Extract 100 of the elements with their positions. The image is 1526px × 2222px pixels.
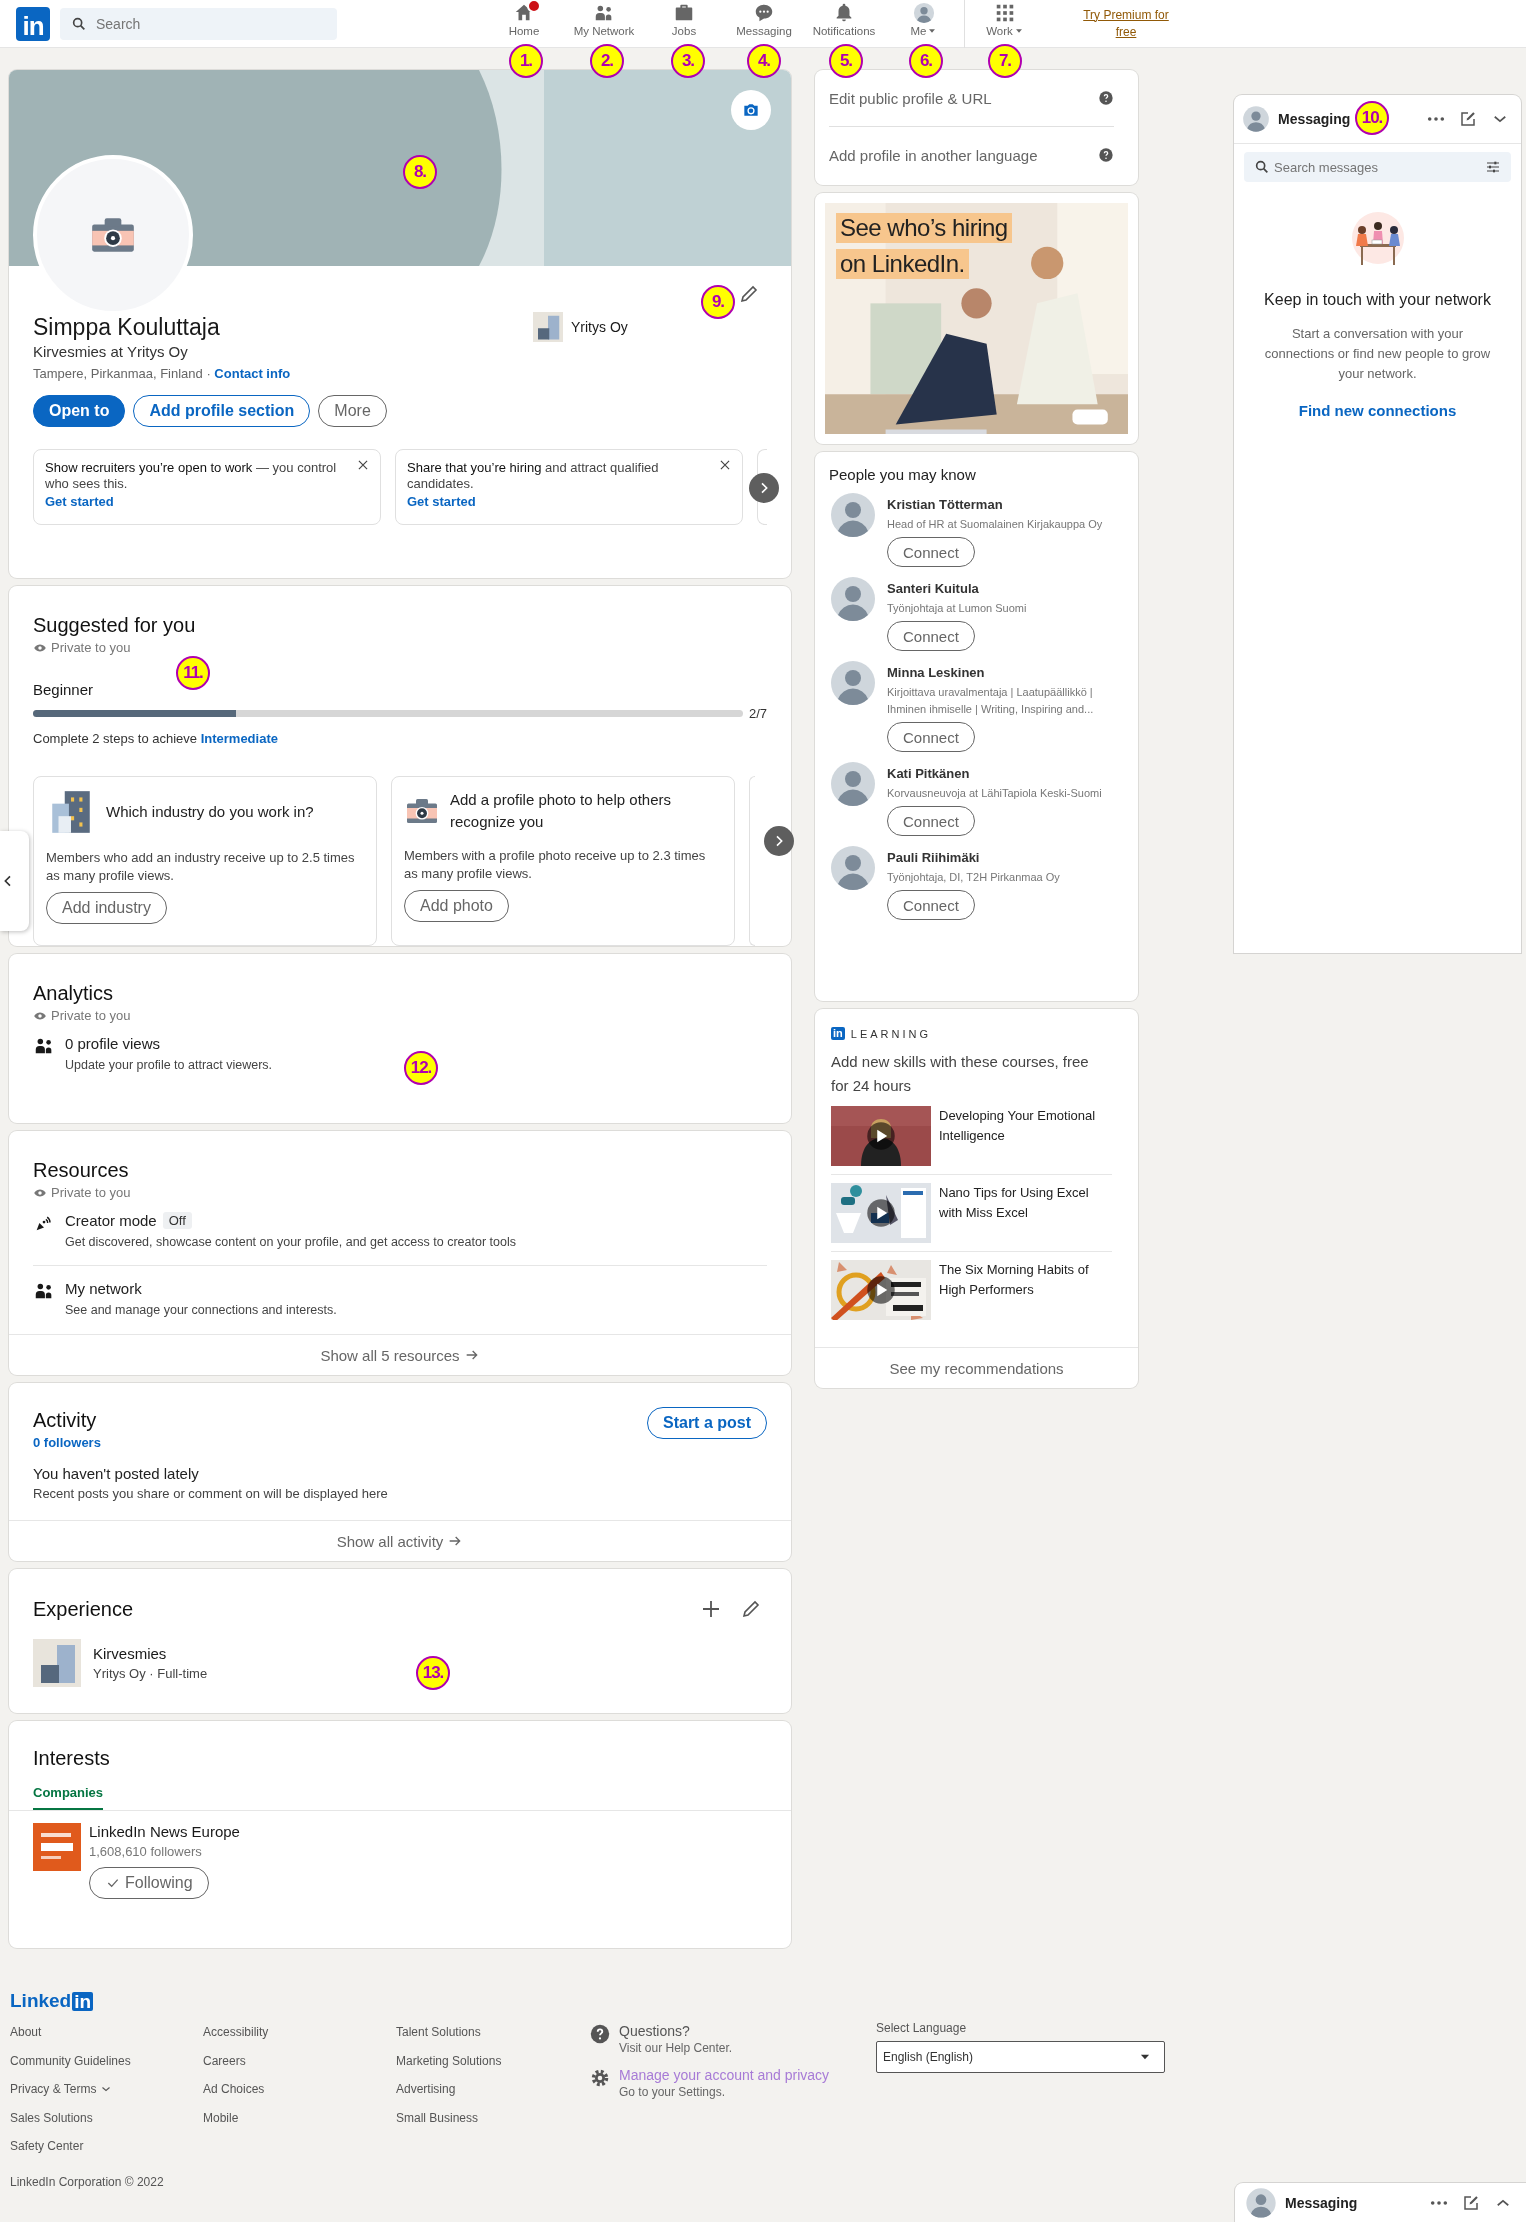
company-name[interactable]: LinkedIn News Europe <box>89 1823 240 1840</box>
avatar <box>829 575 877 623</box>
nav-item[interactable]: Notifications <box>804 0 884 44</box>
footer-logo: Linked <box>10 1990 72 2012</box>
nav-item[interactable]: My Network <box>564 0 644 44</box>
following-button[interactable]: Following <box>89 1867 209 1899</box>
suggestion-text: Members who add an industry receive up to 2.5 times as many profile views. <box>46 849 356 885</box>
person-name[interactable]: Kristian Tötterman <box>887 497 1124 512</box>
help-icon <box>1098 147 1114 163</box>
add-button[interactable]: Add industry <box>46 892 167 924</box>
logo: in <box>831 1027 845 1040</box>
connect-button[interactable]: Connect <box>887 890 975 920</box>
person-name[interactable]: Kati Pitkänen <box>887 766 1124 781</box>
footer-link[interactable]: Safety Center <box>10 2132 203 2161</box>
level-label: Beginner <box>33 681 95 698</box>
followers-link[interactable]: 0 followers <box>33 1435 101 1450</box>
resource-title[interactable]: Creator mode <box>65 1212 157 1229</box>
resource-title[interactable]: My network <box>65 1280 142 1297</box>
find-connections-link[interactable]: Find new connections <box>1298 402 1457 419</box>
next-button[interactable] <box>764 826 794 856</box>
nav-item[interactable]: Messaging <box>724 0 804 44</box>
footer-link[interactable]: Community Guidelines <box>10 2046 203 2075</box>
course-title[interactable]: Nano Tips for Using Excel with Miss Excel <box>939 1183 1112 1243</box>
language-select[interactable]: English (English) <box>876 2041 1165 2073</box>
course-title[interactable]: Developing Your Emotional Intelligence <box>939 1106 1112 1166</box>
nav-item[interactable]: Home <box>484 0 564 44</box>
logo[interactable]: in <box>16 6 50 41</box>
footer-link[interactable]: Privacy & Terms <box>10 2075 203 2104</box>
add-button[interactable]: Add photo <box>404 890 509 922</box>
contact-info-link[interactable]: Contact info <box>214 366 291 381</box>
footer-link[interactable]: Ad Choices <box>203 2075 396 2104</box>
start-post-button[interactable]: Start a post <box>647 1407 767 1439</box>
learning-label: LEARNING <box>850 1027 932 1040</box>
ad-headline: See who’s hiring <box>836 213 1012 243</box>
footer-logo-mark: in <box>72 1991 94 2011</box>
help-icon <box>589 2023 611 2045</box>
get-started-link[interactable]: Get started <box>407 494 476 510</box>
next-button[interactable] <box>749 473 779 503</box>
stat-text: Update your profile to attract viewers. <box>65 1057 274 1074</box>
profile-button[interactable]: More <box>318 395 387 427</box>
show-all-link[interactable]: Show all 5 resources <box>9 1334 791 1375</box>
show-all-link[interactable]: Show all activity <box>9 1520 791 1561</box>
help-link[interactable]: Questions? <box>619 2023 733 2039</box>
connect-button[interactable]: Connect <box>887 621 975 651</box>
ad-headline: on LinkedIn. <box>836 249 969 279</box>
connect-button[interactable]: Connect <box>887 806 975 836</box>
avatar <box>829 659 877 707</box>
footer-link[interactable]: About <box>10 2018 203 2047</box>
nav-item[interactable]: Me <box>884 0 964 44</box>
section-title: Resources <box>33 1158 130 1183</box>
recommendations-link[interactable]: See my recommendations <box>815 1347 1138 1388</box>
footer-link[interactable]: Sales Solutions <box>10 2103 203 2132</box>
person-headline: Kirjoittava uravalmentaja | Laatupäällikkö | Ihminen ihmiselle | Writing, Inspiring and... <box>887 685 1095 717</box>
footer-link[interactable]: Advertising <box>396 2075 589 2104</box>
job-company: Yritys Oy · Full-time <box>93 1666 208 1681</box>
avatar <box>829 491 877 539</box>
resource-text: See and manage your connections and interests. <box>65 1302 337 1319</box>
learning-title: Add new skills with these courses, free for 24 hours <box>831 1052 1090 1096</box>
follower-count: 1,608,610 followers <box>89 1844 203 1859</box>
footer-link[interactable]: Small Business <box>396 2103 589 2132</box>
prompt-text: Show recruiters you’re open to work — you control who sees this. <box>45 460 338 492</box>
suggestion-title: Add a profile photo to help others recognize you <box>450 790 672 832</box>
section-title: Experience <box>33 1597 135 1622</box>
company-name[interactable]: Yritys Oy <box>571 319 628 335</box>
profile-button[interactable]: Add profile section <box>133 395 311 427</box>
nav-item[interactable]: Jobs <box>644 0 724 44</box>
privacy-label: Private to you <box>51 1185 131 1200</box>
profile-button[interactable]: Open to <box>33 395 126 427</box>
profile-headline: Kirvesmies at Yritys Oy <box>33 342 189 362</box>
close-button[interactable] <box>718 458 732 472</box>
person-name[interactable]: Pauli Riihimäki <box>887 850 1124 865</box>
nav-item[interactable]: Work <box>965 0 1045 44</box>
stat-title[interactable]: 0 profile views <box>65 1035 285 1052</box>
intermediate-link[interactable]: Intermediate <box>200 731 278 746</box>
connect-button[interactable]: Connect <box>887 537 975 567</box>
person-name[interactable]: Santeri Kuitula <box>887 581 1124 596</box>
person-name[interactable]: Minna Leskinen <box>887 665 1124 680</box>
course-title[interactable]: The Six Morning Habits of High Performers <box>939 1260 1112 1320</box>
footer-link[interactable]: Accessibility <box>203 2018 396 2047</box>
play-icon <box>866 1275 896 1305</box>
footer-link[interactable]: Marketing Solutions <box>396 2046 589 2075</box>
suggestion-text: Members with a profile photo receive up to 2.3 times as many profile views. <box>404 847 707 883</box>
search-field[interactable]: Search messages <box>1244 152 1511 182</box>
empty-title: You haven't posted lately <box>33 1465 200 1482</box>
tab[interactable]: Companies <box>33 1775 104 1810</box>
messaging-bar[interactable]: Messaging <box>1235 2183 1526 2222</box>
language-label: Select Language <box>876 2021 968 2035</box>
premium-link[interactable]: Try Premium for free <box>1081 6 1171 41</box>
footer-link[interactable]: Careers <box>203 2046 396 2075</box>
close-button[interactable] <box>356 458 370 472</box>
profile-link[interactable]: Edit public profile & URL <box>829 89 992 107</box>
profile-link[interactable]: Add profile in another language <box>829 146 1038 164</box>
get-started-link[interactable]: Get started <box>45 494 114 510</box>
prompt-text: Share that you’re hiring and attract qualified candidates. <box>407 460 660 492</box>
search-field[interactable]: Search <box>60 7 337 40</box>
empty-text: Start a conversation with your connections or find new people to grow your network. <box>1264 325 1491 383</box>
connect-button[interactable]: Connect <box>887 722 975 752</box>
footer-link[interactable]: Mobile <box>203 2103 396 2132</box>
person-headline: Työnjohtaja, DI, T2H Pirkanmaa Oy <box>887 870 1061 885</box>
footer-link[interactable]: Talent Solutions <box>396 2018 589 2047</box>
